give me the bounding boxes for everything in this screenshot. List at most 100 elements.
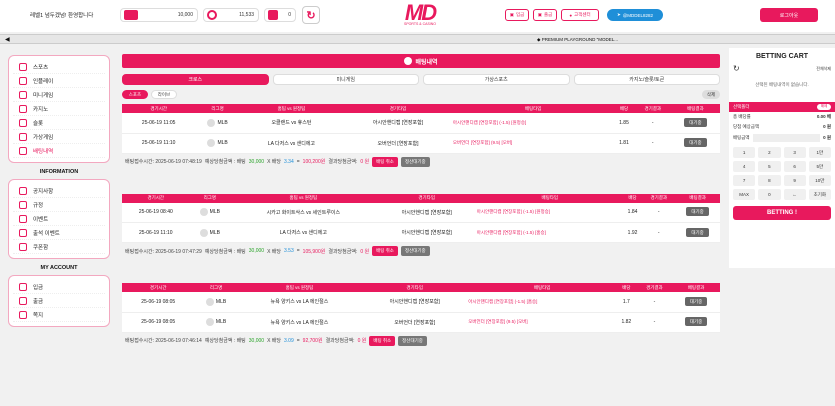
column-header: 리그명 [194,283,238,292]
sidebar-item-casino[interactable]: 카지노 [13,102,105,116]
sidebar-item-minigame[interactable]: 미니게임 [13,88,105,102]
tab-cross[interactable]: 크로스 [122,74,269,85]
odds: 1.92 [622,222,643,243]
game-result: - [636,312,673,333]
bet-time-label: 배팅접수시간: 2025-06-19 07:47:29 [125,248,202,255]
telegram-button[interactable]: ➤ @MDDEL8282 [607,9,663,21]
refresh-button[interactable]: ↻ [302,6,320,24]
bet-result-badge: 대기중 [686,227,709,237]
delete-button[interactable]: 삭제 [702,90,720,99]
release-toggle[interactable]: 해제 [817,104,831,110]
keypad-key[interactable]: 6 [783,161,806,172]
bet-slip: 경기시간 리그명 홈팀 vs 원정팀 경기타입 배팅타입 배당 경기결과 배팅결과 25-06… [122,193,720,259]
bet-result-badge: 대기중 [684,317,708,326]
withdraw-icon: ▣ [537,12,542,17]
subtab-live[interactable]: 라이브 [151,90,177,99]
withdraw-icon [19,296,27,305]
sidebar-item-label: 공지사항 [33,188,54,195]
sidebar-item-coupon[interactable]: 쿠폰함 [13,240,105,254]
keypad-key[interactable]: 9 [783,175,806,186]
sidebar-item-messages[interactable]: 쪽지 [13,308,105,322]
keypad-key[interactable]: 초기화 [808,189,831,200]
baseball-icon [207,118,216,127]
bet-table: 경기시간 리그명 홈팀 vs 원정팀 경기타입 배팅타입 배당 경기결과 배팅결과 25-06… [122,283,720,333]
game-result: - [634,113,671,134]
sidebar-item-slot[interactable]: 슬롯 [13,116,105,130]
keypad-key[interactable]: 3 [783,147,806,158]
bet-table: 경기시간 리그명 홈팀 vs 원정팀 경기타입 배팅타입 배당 경기결과 배팅결과 25-06… [122,193,720,243]
keypad-key[interactable]: 10만 [808,175,831,186]
document-icon [19,200,27,209]
keypad-key[interactable]: MAX [733,189,756,200]
cancel-bet-button[interactable]: 배팅 취소 [372,246,398,256]
sidebar-item-deposit[interactable]: 입금 [13,280,105,294]
tab-virtual-sports[interactable]: 가상스포츠 [423,74,570,85]
tab-casino-slot-token[interactable]: 카지노/슬롯/토큰 [573,74,720,85]
bet-type: 아시안핸디캡 [연장포함] (-1.5) [원정승] [476,202,623,223]
keypad-key[interactable]: 2 [758,147,781,158]
clear-all-button[interactable]: 전체삭제 [816,66,831,72]
column-header: 경기결과 [642,193,676,203]
match-time: 25-06-19 08:40 [122,202,190,223]
sub-tabs: 스포츠 라이브 삭제 [122,90,720,99]
keypad-key[interactable]: 5 [758,161,781,172]
column-header: 경기결과 [636,283,673,292]
cart-title: BETTING CART [755,53,809,60]
withdraw-button[interactable]: ▣ 출금 [533,9,557,21]
game-type: 아시안핸디캡 [연장포함] [376,222,477,243]
site-logo[interactable]: MD SPORTS & CASINO [402,2,438,30]
message-box[interactable]: 0 [264,8,296,22]
charge-icon: ▣ [509,12,514,17]
points-box[interactable]: 11,533 [203,8,259,22]
bet-button[interactable]: BETTING ! [733,206,831,220]
tab-minigame[interactable]: 미니게임 [272,74,419,85]
keypad-key[interactable]: 1만 [808,147,831,158]
stake-value: 30,000 [248,158,265,165]
support-button[interactable]: ● 고객센터 [561,9,599,21]
cancel-bet-button[interactable]: 배팅 취소 [369,335,396,346]
settle-status-button[interactable]: 정산대기중 [400,246,430,256]
settle-status-button[interactable]: 정산대기중 [398,335,427,346]
keypad-key[interactable]: 0 [758,189,781,200]
cancel-bet-button[interactable]: 배팅 취소 [372,156,398,167]
sidebar-item-attendance[interactable]: 출석 이벤트 [13,226,105,240]
sidebar-item-rules[interactable]: 규정 [13,198,105,212]
sidebar-item-label: 인플레이 [33,78,54,85]
wallet-icon [124,10,138,20]
keypad-key[interactable]: 5만 [808,161,831,172]
settle-status-button[interactable]: 정산대기중 [400,156,430,167]
sidebar-item-withdraw[interactable]: 출금 [13,294,105,308]
table-row: 25-06-19 08:40 MLB 시카고 화이트삭스 vs 세인트루이스 아… [122,202,720,223]
telegram-icon: ➤ [616,12,621,17]
charge-label: 입금 [515,12,525,17]
refresh-icon[interactable]: ↻ [733,64,740,73]
keypad-key[interactable]: 4 [733,161,756,172]
odds: 1.85 [613,113,635,134]
sidebar-item-notice[interactable]: 공지사항 [13,184,105,198]
keypad-key[interactable]: 8 [758,175,781,186]
slot-icon [19,118,27,127]
sidebar-item-inplay[interactable]: 인플레이 [13,74,105,88]
bet-result-badge: 대기중 [684,117,707,127]
sidebar-item-sports[interactable]: 스포츠 [13,60,105,74]
sidebar-item-label: 배팅내역 [33,148,54,155]
charge-button[interactable]: ▣ 입금 [505,9,529,21]
odds: 1.81 [613,133,635,154]
bet-amount-input[interactable] [752,134,821,142]
sidebar-item-bet-history[interactable]: 배팅내역 [13,144,105,158]
selected-folder-label: 선택폴더 [733,104,750,109]
bet-type: 오버언더 [연장포함] (9.5) [오버] [452,133,614,154]
virtual-icon [19,132,27,141]
keypad-key[interactable]: ← [783,189,806,200]
sidebar-item-virtual[interactable]: 가상게임 [13,130,105,144]
keypad-key[interactable]: 7 [733,175,756,186]
sidebar-item-event[interactable]: 이벤트 [13,212,105,226]
league-cell: MLB [189,202,231,223]
keypad-key[interactable]: 1 [733,147,756,158]
balance-value: 10,000 [177,12,193,18]
subtab-sports[interactable]: 스포츠 [122,90,148,99]
teams: 오클랜드 vs 휴스턴 [239,113,344,134]
logout-button[interactable]: 로그아웃 [760,8,818,22]
match-time: 25-06-19 08:05 [122,312,195,333]
game-type: 아시안핸디캡 [연장포함] [343,113,453,134]
